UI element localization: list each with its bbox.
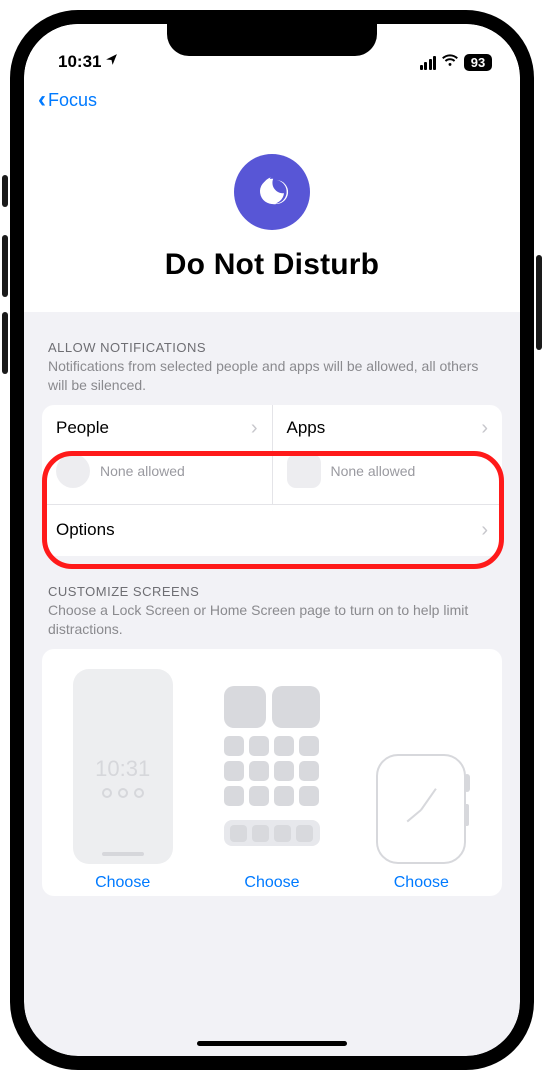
hero: Do Not Disturb (24, 124, 520, 312)
chevron-right-icon: › (481, 519, 488, 542)
device-mute-switch (2, 175, 8, 207)
home-preview-grid (224, 736, 319, 806)
allow-header-desc: Notifications from selected people and a… (48, 357, 496, 395)
watch-crown-icon (464, 774, 470, 792)
allow-header: ALLOW NOTIFICATIONS Notifications from s… (42, 312, 502, 397)
device-volume-down (2, 312, 8, 374)
moon-icon (254, 174, 290, 210)
apps-title: Apps (287, 418, 326, 438)
wifi-icon (441, 53, 459, 72)
allow-card: People › None allowed Apps › (42, 405, 502, 556)
cellular-icon (420, 56, 437, 70)
lock-preview-dots (102, 788, 144, 798)
home-screen-preview[interactable] (222, 669, 322, 864)
home-indicator (197, 1041, 347, 1046)
iphone-frame: 10:31 93 ‹ Focus (10, 10, 534, 1070)
customize-header-desc: Choose a Lock Screen or Home Screen page… (48, 601, 496, 639)
lock-preview-bar (102, 852, 144, 856)
choose-watch-button[interactable]: Choose (394, 874, 449, 892)
device-volume-up (2, 235, 8, 297)
watch-preview[interactable] (371, 669, 471, 864)
notch (167, 24, 377, 56)
chevron-right-icon: › (481, 417, 488, 440)
status-left: 10:31 (58, 52, 118, 72)
status-right: 93 (420, 53, 493, 72)
dnd-icon (234, 154, 310, 230)
back-button[interactable]: ‹ Focus (38, 88, 97, 112)
apps-status: None allowed (331, 463, 416, 479)
watch-column: Choose (349, 669, 494, 892)
people-cell[interactable]: People › None allowed (42, 405, 272, 504)
home-preview-widgets (224, 686, 320, 728)
screen: 10:31 93 ‹ Focus (24, 24, 520, 1056)
lock-screen-preview[interactable]: 10:31 (73, 669, 173, 864)
screens-card: 10:31 Choose (42, 649, 502, 896)
chevron-right-icon: › (251, 417, 258, 440)
allow-header-title: ALLOW NOTIFICATIONS (48, 340, 496, 355)
apps-cell[interactable]: Apps › None allowed (272, 405, 503, 504)
location-icon (105, 51, 118, 71)
options-label: Options (56, 520, 115, 540)
back-label: Focus (48, 90, 97, 111)
apps-placeholder-icon (287, 454, 321, 488)
battery-indicator: 93 (464, 54, 492, 71)
people-placeholder-icon (56, 454, 90, 488)
people-status: None allowed (100, 463, 185, 479)
watch-side-button-icon (464, 804, 469, 826)
lock-screen-column: 10:31 Choose (50, 669, 195, 892)
people-title: People (56, 418, 109, 438)
status-time: 10:31 (58, 52, 101, 72)
options-row[interactable]: Options › (42, 504, 502, 556)
lock-preview-time: 10:31 (95, 756, 150, 782)
customize-header: CUSTOMIZE SCREENS Choose a Lock Screen o… (42, 556, 502, 641)
device-power-button (536, 255, 542, 350)
choose-home-button[interactable]: Choose (244, 874, 299, 892)
allow-section: ALLOW NOTIFICATIONS Notifications from s… (24, 312, 520, 556)
page-title: Do Not Disturb (24, 248, 520, 282)
home-screen-column: Choose (199, 669, 344, 892)
chevron-left-icon: ‹ (38, 88, 46, 112)
people-apps-row: People › None allowed Apps › (42, 405, 502, 504)
customize-header-title: CUSTOMIZE SCREENS (48, 584, 496, 599)
home-preview-dock (224, 820, 320, 846)
customize-section: CUSTOMIZE SCREENS Choose a Lock Screen o… (24, 556, 520, 896)
nav-bar: ‹ Focus (24, 76, 520, 124)
choose-lock-button[interactable]: Choose (95, 874, 150, 892)
